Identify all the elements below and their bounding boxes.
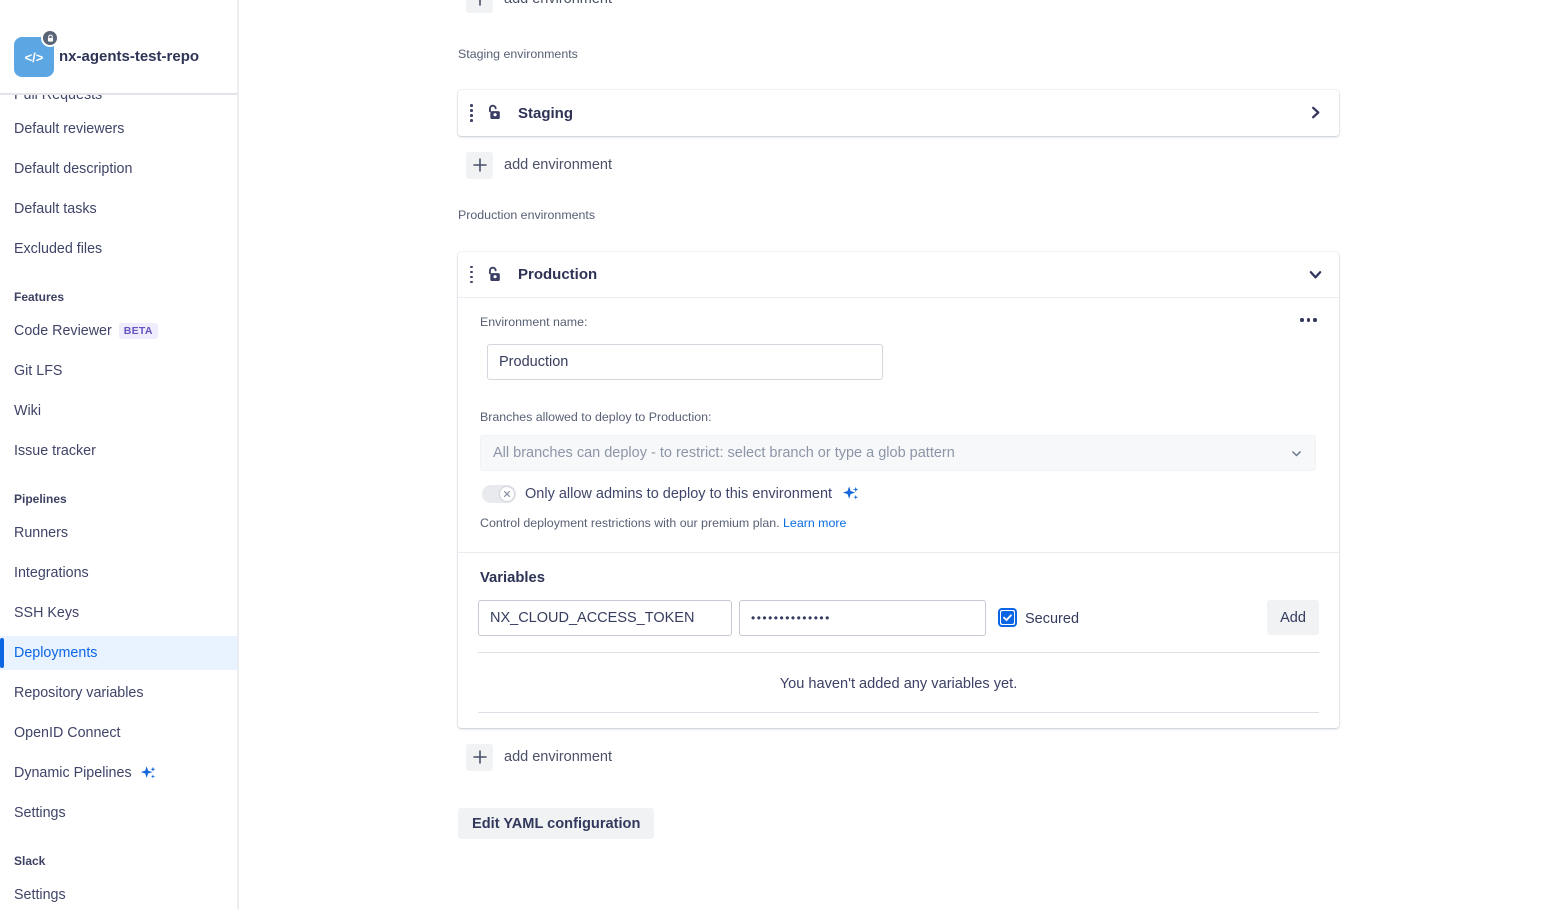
sidebar-item-label: Settings [14, 887, 66, 903]
sidebar-item-openid-connect[interactable]: OpenID Connect [0, 716, 237, 750]
environment-name-input[interactable] [487, 344, 883, 380]
drag-handle-icon[interactable] [466, 262, 477, 288]
sidebar-section-slack: Slack [0, 844, 237, 878]
variable-name-input[interactable] [478, 600, 732, 636]
add-environment-button-staging[interactable]: add environment [458, 150, 612, 180]
unlock-icon [485, 265, 504, 289]
sparkle-icon [139, 764, 157, 782]
sidebar-item-label: Git LFS [14, 363, 62, 379]
sidebar-item-ssh-keys[interactable]: SSH Keys [0, 596, 237, 630]
environment-name-label: Environment name: [480, 315, 587, 329]
variables-divider [478, 652, 1319, 653]
production-title: Production [518, 266, 597, 283]
sidebar-item-excluded-files[interactable]: Excluded files [0, 232, 237, 266]
sidebar-item-default-reviewers[interactable]: Default reviewers [0, 112, 237, 146]
add-environment-label: add environment [504, 157, 612, 173]
sidebar-item-label: OpenID Connect [14, 725, 121, 741]
edit-yaml-configuration-button[interactable]: Edit YAML configuration [458, 808, 654, 839]
section-header-label: Pipelines [14, 492, 67, 506]
section-header-label: Slack [14, 854, 45, 868]
sidebar-item-label: Code Reviewer [14, 323, 112, 339]
admins-only-toggle[interactable] [482, 485, 516, 503]
sidebar-item-label: Default tasks [14, 201, 97, 217]
sidebar-item-label: Wiki [14, 403, 41, 419]
sidebar-item-label: Excluded files [14, 241, 102, 257]
sidebar-item-code-reviewer[interactable]: Code Reviewer BETA [0, 314, 237, 348]
branch-restriction-select[interactable]: All branches can deploy - to restrict: s… [480, 435, 1316, 471]
sidebar-item-label: Settings [14, 805, 66, 821]
secured-label: Secured [1025, 611, 1079, 627]
sidebar: </> nx-agents-test-repo Pull Requests De… [0, 0, 239, 909]
production-section-label: Production environments [458, 208, 595, 222]
sidebar-section-pipelines: Pipelines [0, 482, 237, 516]
checkmark-icon [1001, 611, 1014, 624]
variables-empty-message: You haven't added any variables yet. [458, 676, 1339, 692]
add-variable-button[interactable]: Add [1267, 600, 1319, 635]
sidebar-item-default-tasks[interactable]: Default tasks [0, 192, 237, 226]
code-icon: </> [25, 50, 44, 65]
variables-title: Variables [480, 570, 545, 586]
plus-icon [466, 0, 493, 13]
sidebar-item-label: Runners [14, 525, 68, 541]
drag-handle-icon[interactable] [466, 100, 477, 126]
staging-title: Staging [518, 105, 573, 122]
plus-icon [466, 152, 493, 179]
sidebar-item-label: SSH Keys [14, 605, 79, 621]
beta-badge: BETA [119, 323, 158, 339]
sidebar-item-runners[interactable]: Runners [0, 516, 237, 550]
learn-more-link[interactable]: Learn more [783, 516, 846, 530]
lock-icon [46, 34, 55, 43]
premium-note: Control deployment restrictions with our… [480, 516, 846, 530]
sidebar-item-deployments[interactable]: Deployments [0, 636, 237, 670]
sidebar-section-features: Features [0, 280, 237, 314]
sidebar-item-wiki[interactable]: Wiki [0, 394, 237, 428]
sidebar-item-slack-settings[interactable]: Settings [0, 878, 237, 912]
chevron-right-icon[interactable] [1308, 105, 1323, 125]
add-environment-button-top[interactable]: add environment [458, 0, 612, 14]
sidebar-item-label: Dynamic Pipelines [14, 765, 132, 781]
production-environment-card: Production Environment name: Branches al… [458, 252, 1339, 728]
plus-icon [466, 744, 493, 771]
sidebar-item-pipelines-settings[interactable]: Settings [0, 796, 237, 830]
chevron-down-icon[interactable] [1308, 267, 1323, 287]
section-header-label: Features [14, 290, 64, 304]
more-options-icon[interactable] [1296, 314, 1321, 326]
repo-name: nx-agents-test-repo [59, 48, 199, 65]
sidebar-item-label: Default reviewers [14, 121, 124, 137]
variables-divider [478, 712, 1319, 713]
add-environment-label: add environment [504, 749, 612, 765]
sidebar-item-label: Default description [14, 161, 132, 177]
sidebar-item-repository-variables[interactable]: Repository variables [0, 676, 237, 710]
sidebar-item-label: Deployments [14, 645, 97, 661]
deployments-settings-content: add environment Staging environments Sta… [458, 0, 1339, 909]
toggle-knob [500, 487, 514, 501]
add-environment-button-production[interactable]: add environment [458, 742, 612, 772]
sparkle-icon [841, 484, 860, 503]
sidebar-item-default-description[interactable]: Default description [0, 152, 237, 186]
sidebar-item-label: Issue tracker [14, 443, 96, 459]
sidebar-item-git-lfs[interactable]: Git LFS [0, 354, 237, 388]
staging-environment-card: Staging [458, 90, 1339, 136]
section-divider [458, 552, 1339, 553]
premium-note-text: Control deployment restrictions with our… [480, 516, 780, 530]
add-environment-label: add environment [504, 0, 612, 7]
sidebar-item-dynamic-pipelines[interactable]: Dynamic Pipelines [0, 756, 237, 790]
sidebar-item-issue-tracker[interactable]: Issue tracker [0, 434, 237, 468]
branches-allowed-label: Branches allowed to deploy to Production… [480, 410, 711, 424]
sidebar-item-integrations[interactable]: Integrations [0, 556, 237, 590]
variable-value-input[interactable] [739, 600, 986, 636]
sidebar-item-label: Repository variables [14, 685, 144, 701]
admins-only-label: Only allow admins to deploy to this envi… [525, 486, 832, 502]
staging-section-label: Staging environments [458, 47, 578, 61]
sidebar-header: </> nx-agents-test-repo [0, 0, 237, 95]
secured-checkbox[interactable] [998, 608, 1017, 627]
private-lock-badge [41, 29, 59, 47]
chevron-down-icon [1290, 447, 1303, 460]
select-placeholder: All branches can deploy - to restrict: s… [493, 445, 1290, 461]
unlock-icon [485, 103, 504, 127]
sidebar-item-label: Integrations [14, 565, 89, 581]
